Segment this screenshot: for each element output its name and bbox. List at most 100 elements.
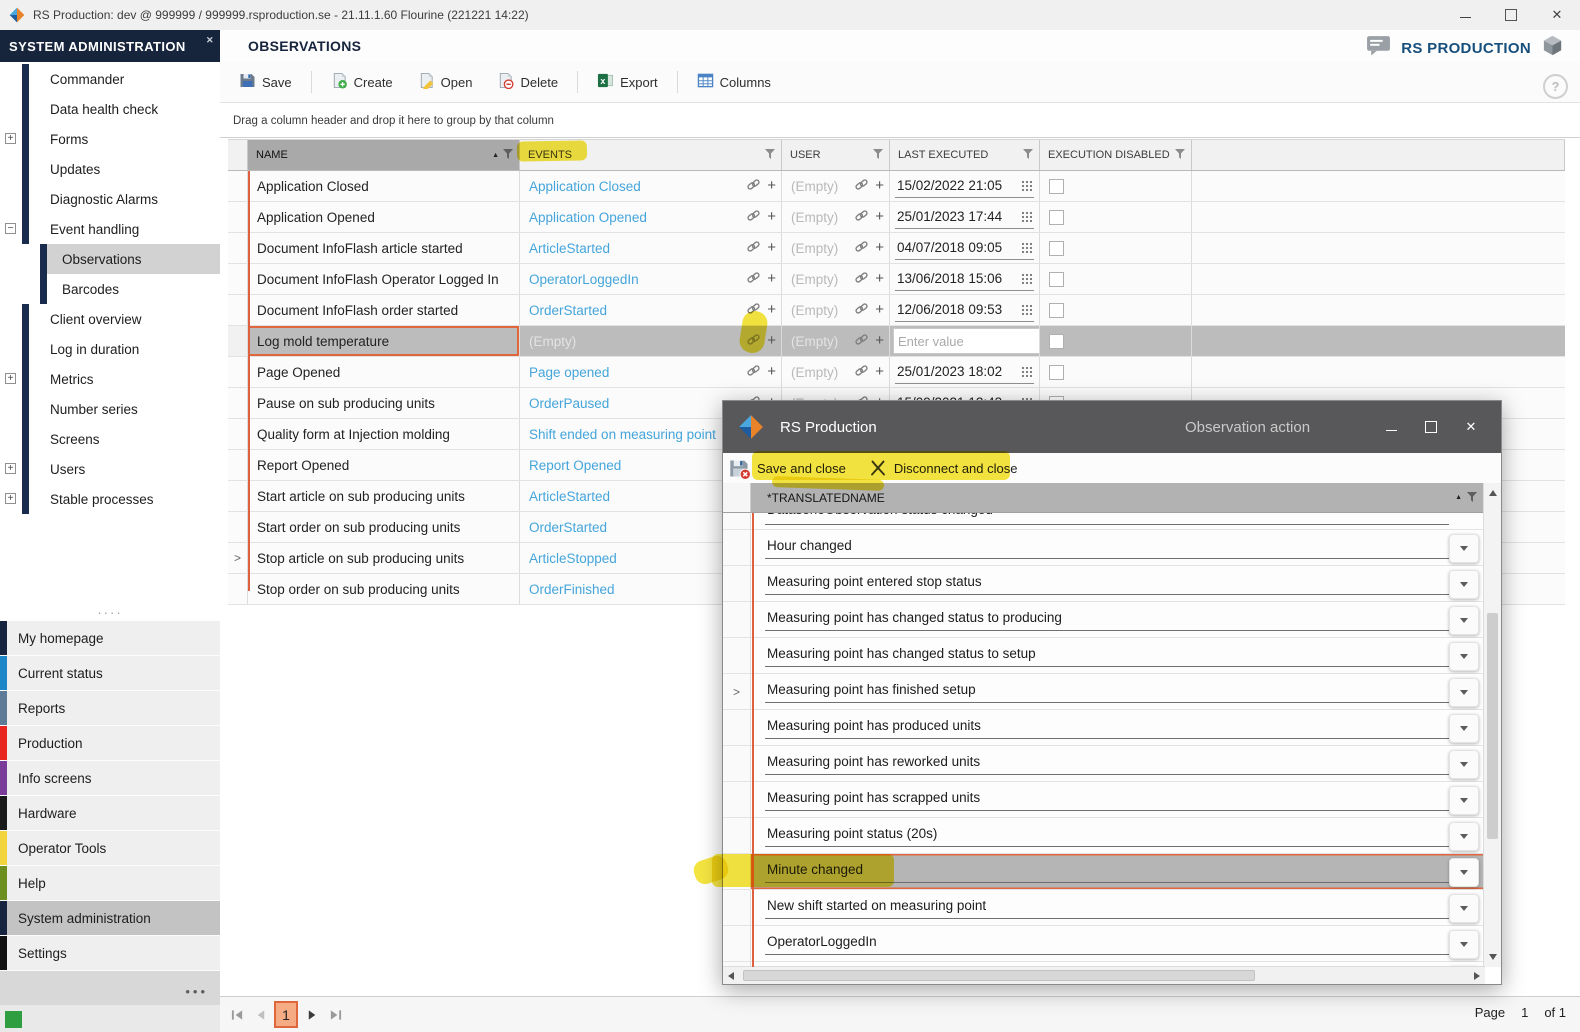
cell-last-executed[interactable]: 04/07/2018 09:05	[890, 233, 1040, 263]
dialog-list-item[interactable]: >Measuring point has finished setup	[723, 674, 1485, 710]
delete-button[interactable]: Delete	[491, 68, 564, 96]
add-icon[interactable]: +	[767, 335, 776, 347]
cell-execution-disabled[interactable]	[1040, 264, 1192, 294]
cell-events[interactable]: OperatorLoggedIn+	[520, 264, 782, 294]
grid-header-user[interactable]: USER	[782, 140, 890, 170]
dialog-row-main[interactable]: DataserieObservation status changed	[751, 513, 1485, 529]
link-icon[interactable]	[855, 302, 868, 318]
cell-name[interactable]: Stop article on sub producing units	[248, 543, 520, 573]
link-icon[interactable]	[855, 240, 868, 256]
scroll-down-icon[interactable]	[1485, 949, 1501, 965]
cell-name[interactable]: Stop order on sub producing units	[248, 574, 520, 604]
execution-disabled-checkbox[interactable]	[1049, 179, 1064, 194]
dropdown-button[interactable]	[1449, 930, 1479, 959]
dialog-list-item[interactable]: New shift started on measuring point	[723, 890, 1485, 926]
previous-page-icon[interactable]	[251, 1002, 269, 1028]
create-button[interactable]: Create	[325, 68, 399, 96]
cell-execution-disabled[interactable]	[1040, 202, 1192, 232]
dialog-list-item[interactable]: DataserieObservation status changed	[723, 513, 1485, 530]
sidebar-item-data-health-check[interactable]: Data health check	[0, 94, 220, 124]
cell-last-executed[interactable]: 25/01/2023 18:02	[890, 357, 1040, 387]
dropdown-button[interactable]	[1449, 534, 1479, 563]
event-link[interactable]: Report Opened	[529, 458, 621, 473]
sidebar-item-log-in-duration[interactable]: Log in duration	[0, 334, 220, 364]
date-input[interactable]	[893, 328, 1040, 354]
sidebar-item-diagnostic-alarms[interactable]: Diagnostic Alarms	[0, 184, 220, 214]
event-link[interactable]: ArticleStopped	[529, 551, 617, 566]
cell-name[interactable]: Application Opened	[248, 202, 520, 232]
last-page-icon[interactable]	[326, 1002, 344, 1028]
dialog-row-main[interactable]: Measuring point entered stop status	[751, 566, 1485, 601]
cell-name[interactable]: Document InfoFlash order started	[248, 295, 520, 325]
filter-icon[interactable]	[1175, 149, 1185, 162]
grid-header-last-executed[interactable]: LAST EXECUTED	[890, 140, 1040, 170]
cell-last-executed[interactable]: 13/06/2018 15:06	[890, 264, 1040, 294]
dialog-row-main[interactable]: Measuring point has produced units	[751, 710, 1485, 745]
dropdown-button[interactable]	[1449, 642, 1479, 671]
table-row[interactable]: Application OpenedApplication Opened+(Em…	[228, 202, 1565, 233]
cell-name[interactable]: Start order on sub producing units	[248, 512, 520, 542]
add-icon[interactable]: +	[875, 211, 884, 223]
dropdown-button[interactable]	[1449, 714, 1479, 743]
scroll-right-icon[interactable]	[1469, 968, 1485, 984]
nav-item-settings[interactable]: Settings	[0, 936, 220, 971]
dropdown-button[interactable]	[1449, 570, 1479, 599]
sidebar-item-users[interactable]: +Users	[0, 454, 220, 484]
filter-icon[interactable]	[1467, 491, 1477, 505]
add-icon[interactable]: +	[875, 366, 884, 378]
sidebar-item-screens[interactable]: Screens	[0, 424, 220, 454]
dialog-close-icon[interactable]: ✕	[1451, 401, 1491, 453]
dialog-maximize-icon[interactable]	[1411, 401, 1451, 453]
date-picker-icon[interactable]	[1021, 180, 1032, 191]
cell-events[interactable]: Page opened+	[520, 357, 782, 387]
add-icon[interactable]: +	[875, 304, 884, 316]
add-icon[interactable]: +	[767, 242, 776, 254]
link-icon[interactable]	[747, 271, 760, 287]
add-icon[interactable]: +	[767, 180, 776, 192]
cell-execution-disabled[interactable]	[1040, 295, 1192, 325]
cell-user[interactable]: (Empty)+	[782, 264, 890, 294]
add-icon[interactable]: +	[875, 273, 884, 285]
dialog-list-item[interactable]: Measuring point has reworked units	[723, 746, 1485, 782]
cell-user[interactable]: (Empty)+	[782, 233, 890, 263]
expander-minus-icon[interactable]: −	[5, 223, 16, 234]
date-display[interactable]: 13/06/2018 15:06	[895, 268, 1034, 291]
nav-item-info-screens[interactable]: Info screens	[0, 761, 220, 796]
cell-name[interactable]: Page Opened	[248, 357, 520, 387]
sidebar-resize-handle[interactable]: ····	[0, 605, 220, 620]
scrollbar-thumb[interactable]	[1487, 613, 1498, 839]
dialog-row-main[interactable]: Measuring point has changed status to pr…	[751, 602, 1485, 637]
cell-last-executed[interactable]: 15/02/2022 21:05	[890, 171, 1040, 201]
execution-disabled-checkbox[interactable]	[1049, 303, 1064, 318]
event-link[interactable]: OrderStarted	[529, 520, 607, 535]
dropdown-button[interactable]	[1449, 858, 1479, 887]
cell-execution-disabled[interactable]	[1040, 357, 1192, 387]
cell-name[interactable]: Start article on sub producing units	[248, 481, 520, 511]
dropdown-button[interactable]	[1449, 606, 1479, 635]
table-row[interactable]: Document InfoFlash article startedArticl…	[228, 233, 1565, 264]
expander-plus-icon[interactable]: +	[5, 463, 16, 474]
add-icon[interactable]: +	[875, 335, 884, 347]
cell-user[interactable]: (Empty)+	[782, 171, 890, 201]
cell-name[interactable]: Document InfoFlash article started	[248, 233, 520, 263]
dialog-row-main[interactable]: Measuring point has scrapped units	[751, 782, 1485, 817]
date-display[interactable]: 12/06/2018 09:53	[895, 299, 1034, 322]
filter-icon[interactable]	[765, 149, 775, 162]
cell-execution-disabled[interactable]	[1040, 326, 1192, 356]
link-icon[interactable]	[747, 240, 760, 256]
sidebar-item-event-handling[interactable]: −Event handling	[0, 214, 220, 244]
date-picker-icon[interactable]	[1021, 273, 1032, 284]
dropdown-button[interactable]	[1449, 894, 1479, 923]
dialog-horizontal-scrollbar[interactable]	[723, 966, 1485, 984]
add-icon[interactable]: +	[767, 211, 776, 223]
dialog-row-main[interactable]: Measuring point has reworked units	[751, 746, 1485, 781]
event-link[interactable]: ArticleStarted	[529, 489, 610, 504]
sidebar-item-stable-processes[interactable]: +Stable processes	[0, 484, 220, 514]
date-picker-icon[interactable]	[1021, 304, 1032, 315]
event-link[interactable]: OrderFinished	[529, 582, 615, 597]
nav-item-production[interactable]: Production	[0, 726, 220, 761]
dialog-list-item[interactable]: Measuring point has changed status to pr…	[723, 602, 1485, 638]
dialog-list-item[interactable]: OperatorLoggedIn	[723, 926, 1485, 962]
dialog-row-main[interactable]: OperatorLoggedIn	[751, 926, 1485, 961]
cell-name[interactable]: Log mold temperature	[248, 326, 520, 356]
